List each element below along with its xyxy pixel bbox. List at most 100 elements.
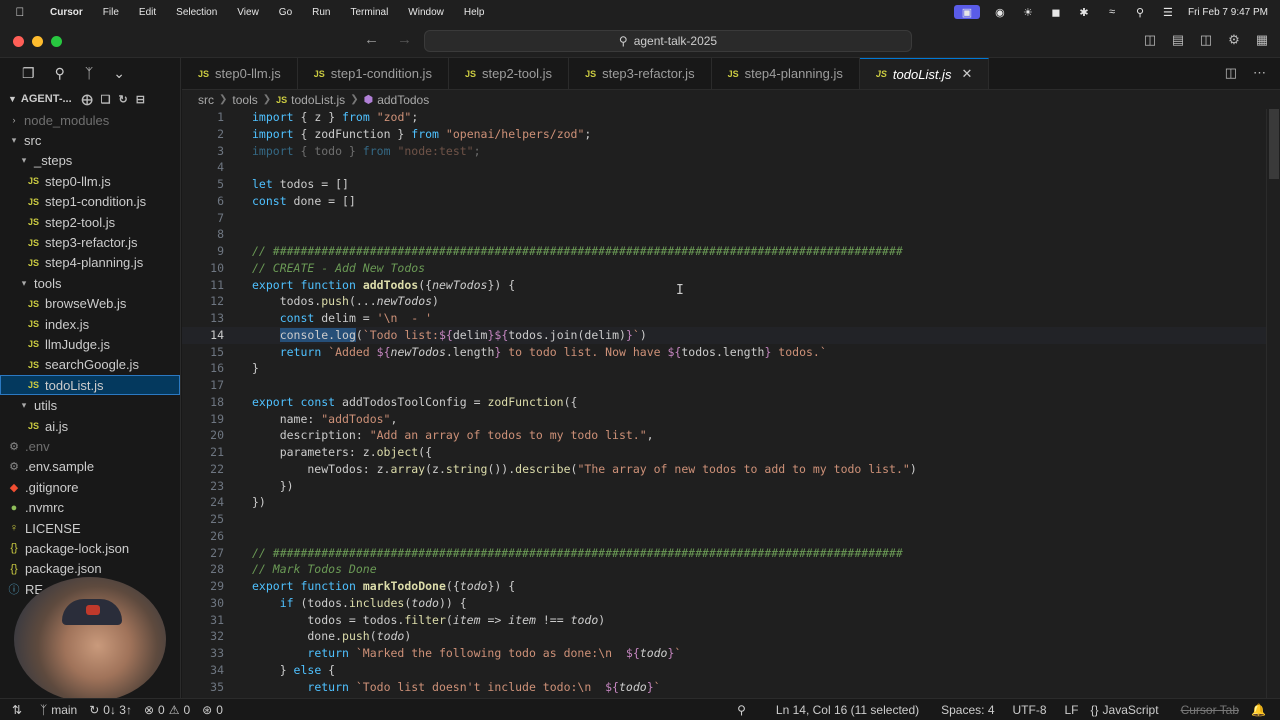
sync-indicator[interactable]: ↻ 0↓ 3↑: [83, 703, 138, 717]
source-control-icon[interactable]: ᛉ: [85, 65, 93, 81]
spotlight-search-icon[interactable]: ⚲: [1132, 5, 1148, 19]
tree-file[interactable]: JS searchGoogle.js: [0, 355, 180, 375]
control-center-icon[interactable]: ☰: [1160, 5, 1176, 19]
wifi-icon[interactable]: ≈: [1104, 5, 1120, 19]
tab-todolist[interactable]: JS todoList.js ✕: [859, 58, 990, 89]
tab-step4-planning[interactable]: JS step4-planning.js: [712, 58, 860, 89]
language-mode[interactable]: {} JavaScript: [1085, 703, 1165, 717]
tree-file[interactable]: ◆ .gitignore: [0, 477, 180, 497]
toggle-primary-sidebar-icon[interactable]: ◫: [1142, 32, 1158, 48]
zoom-icon[interactable]: ⚲: [731, 703, 752, 717]
close-window-button[interactable]: [13, 36, 24, 47]
tree-file[interactable]: JS step3-refactor.js: [0, 232, 180, 252]
tree-file[interactable]: JS ai.js: [0, 416, 180, 436]
tree-file[interactable]: JS todoList.js: [0, 375, 180, 396]
remote-indicator-icon[interactable]: ⇅: [0, 703, 34, 717]
tree-file[interactable]: ⚙ .env.sample: [0, 457, 180, 477]
settings-gear-icon[interactable]: ⚙: [1226, 32, 1242, 48]
split-editor-icon[interactable]: ◫: [1225, 65, 1237, 81]
cursor-tab-status[interactable]: Cursor Tab: [1175, 703, 1245, 717]
tree-folder[interactable]: ▾ tools: [0, 273, 180, 293]
code-text: export function addTodos({newTodos}) {: [252, 277, 516, 292]
menu-file[interactable]: File: [93, 7, 129, 18]
code-editor[interactable]: 1 import { z } from "zod"; 2 import { zodFu…: [182, 109, 1280, 698]
tree-file[interactable]: JS index.js: [0, 314, 180, 334]
brightness-icon[interactable]: ☀: [1020, 5, 1036, 19]
tree-folder[interactable]: ▾ src: [0, 130, 180, 150]
code-line: 35 return `Todo list doesn't include tod…: [182, 679, 1280, 696]
tree-file[interactable]: JS step2-tool.js: [0, 212, 180, 232]
breadcrumb-symbol[interactable]: addTodos: [377, 93, 429, 107]
menu-run[interactable]: Run: [302, 7, 340, 18]
tree-file[interactable]: JS browseWeb.js: [0, 294, 180, 314]
refresh-icon[interactable]: ↻: [119, 93, 128, 106]
menu-help[interactable]: Help: [454, 7, 495, 18]
tab-step2-tool[interactable]: JS step2-tool.js: [449, 58, 570, 89]
js-file-icon: JS: [464, 68, 476, 79]
breadcrumb-tools[interactable]: tools: [232, 93, 257, 107]
menu-go[interactable]: Go: [269, 7, 302, 18]
ports-indicator[interactable]: ⊛ 0: [196, 703, 229, 717]
close-icon[interactable]: ✕: [961, 66, 972, 82]
tree-file[interactable]: ⚙ .env: [0, 436, 180, 456]
tree-file[interactable]: JS step1-condition.js: [0, 192, 180, 212]
line-number: 3: [217, 143, 224, 158]
warning-icon: ⚠: [168, 702, 180, 717]
tree-file[interactable]: JS step0-llm.js: [0, 171, 180, 191]
menubar-clock[interactable]: Fri Feb 7 9:47 PM: [1188, 7, 1268, 18]
menu-selection[interactable]: Selection: [166, 7, 227, 18]
forward-arrow-icon[interactable]: →: [397, 31, 412, 48]
tab-step3-refactor[interactable]: JS step3-refactor.js: [569, 58, 712, 89]
app-status-icon[interactable]: ◼: [1048, 5, 1064, 19]
editor-scrollbar[interactable]: [1266, 109, 1280, 698]
menu-app-name[interactable]: Cursor: [40, 7, 93, 18]
new-file-icon[interactable]: ⨁: [82, 93, 93, 106]
vpn-icon[interactable]: ◉: [992, 5, 1008, 19]
explorer-header[interactable]: ▼ AGENT-... ⨁ ❑ ↻ ⊟: [0, 88, 180, 110]
line-number: 32: [210, 629, 224, 644]
search-view-icon[interactable]: ⚲: [55, 65, 65, 82]
breadcrumb-file[interactable]: todoList.js: [291, 93, 345, 107]
tab-step1-condition[interactable]: JS step1-condition.js: [298, 58, 449, 89]
toggle-secondary-sidebar-icon[interactable]: ◫: [1198, 32, 1214, 48]
scrollbar-thumb[interactable]: [1269, 109, 1279, 179]
code-text: // #####################################…: [252, 244, 903, 258]
apple-icon[interactable]: : [0, 5, 40, 19]
cursor-position[interactable]: Ln 14, Col 16 (11 selected): [770, 703, 925, 717]
collapse-all-icon[interactable]: ⊟: [136, 93, 145, 106]
notifications-icon[interactable]: 🔔: [1245, 703, 1272, 717]
tree-file[interactable]: JS llmJudge.js: [0, 334, 180, 354]
tree-file[interactable]: JS step4-planning.js: [0, 253, 180, 273]
tree-file[interactable]: ♀ LICENSE: [0, 518, 180, 538]
branch-indicator[interactable]: ᛉ main: [34, 703, 83, 717]
menu-view[interactable]: View: [227, 7, 269, 18]
zoom-window-button[interactable]: [51, 36, 62, 47]
tab-step0-llm[interactable]: JS step0-llm.js: [182, 58, 298, 89]
screen-share-icon[interactable]: ▣: [953, 5, 980, 19]
more-views-chevron-icon[interactable]: ⌄: [113, 65, 125, 82]
bluetooth-icon[interactable]: ✱: [1076, 5, 1092, 19]
tree-folder[interactable]: ▾ utils: [0, 395, 180, 415]
minimize-window-button[interactable]: [32, 36, 43, 47]
layout-icon[interactable]: ▦: [1254, 32, 1270, 48]
end-of-line[interactable]: LF: [1059, 703, 1085, 717]
toggle-panel-icon[interactable]: ▤: [1170, 32, 1186, 48]
tree-folder[interactable]: ▾ _steps: [0, 151, 180, 171]
menu-window[interactable]: Window: [398, 7, 454, 18]
tree-file[interactable]: {} package.json: [0, 559, 180, 579]
menu-terminal[interactable]: Terminal: [341, 7, 399, 18]
menu-edit[interactable]: Edit: [129, 7, 166, 18]
new-folder-icon[interactable]: ❑: [101, 93, 111, 106]
explorer-files-icon[interactable]: ❐: [22, 65, 35, 82]
more-actions-icon[interactable]: ⋯: [1253, 65, 1266, 81]
back-arrow-icon[interactable]: ←: [364, 31, 379, 48]
problems-indicator[interactable]: ⊗ 0 ⚠ 0: [138, 703, 196, 717]
language-label: JavaScript: [1102, 702, 1159, 717]
indentation[interactable]: Spaces: 4: [935, 703, 1000, 717]
command-center-search[interactable]: ⚲ agent-talk-2025: [424, 30, 912, 52]
breadcrumb-src[interactable]: src: [198, 93, 214, 107]
tree-file[interactable]: {} package-lock.json: [0, 538, 180, 558]
tree-folder[interactable]: › node_modules: [0, 110, 180, 130]
tree-file[interactable]: ● .nvmrc: [0, 497, 180, 517]
file-encoding[interactable]: UTF-8: [1007, 703, 1053, 717]
